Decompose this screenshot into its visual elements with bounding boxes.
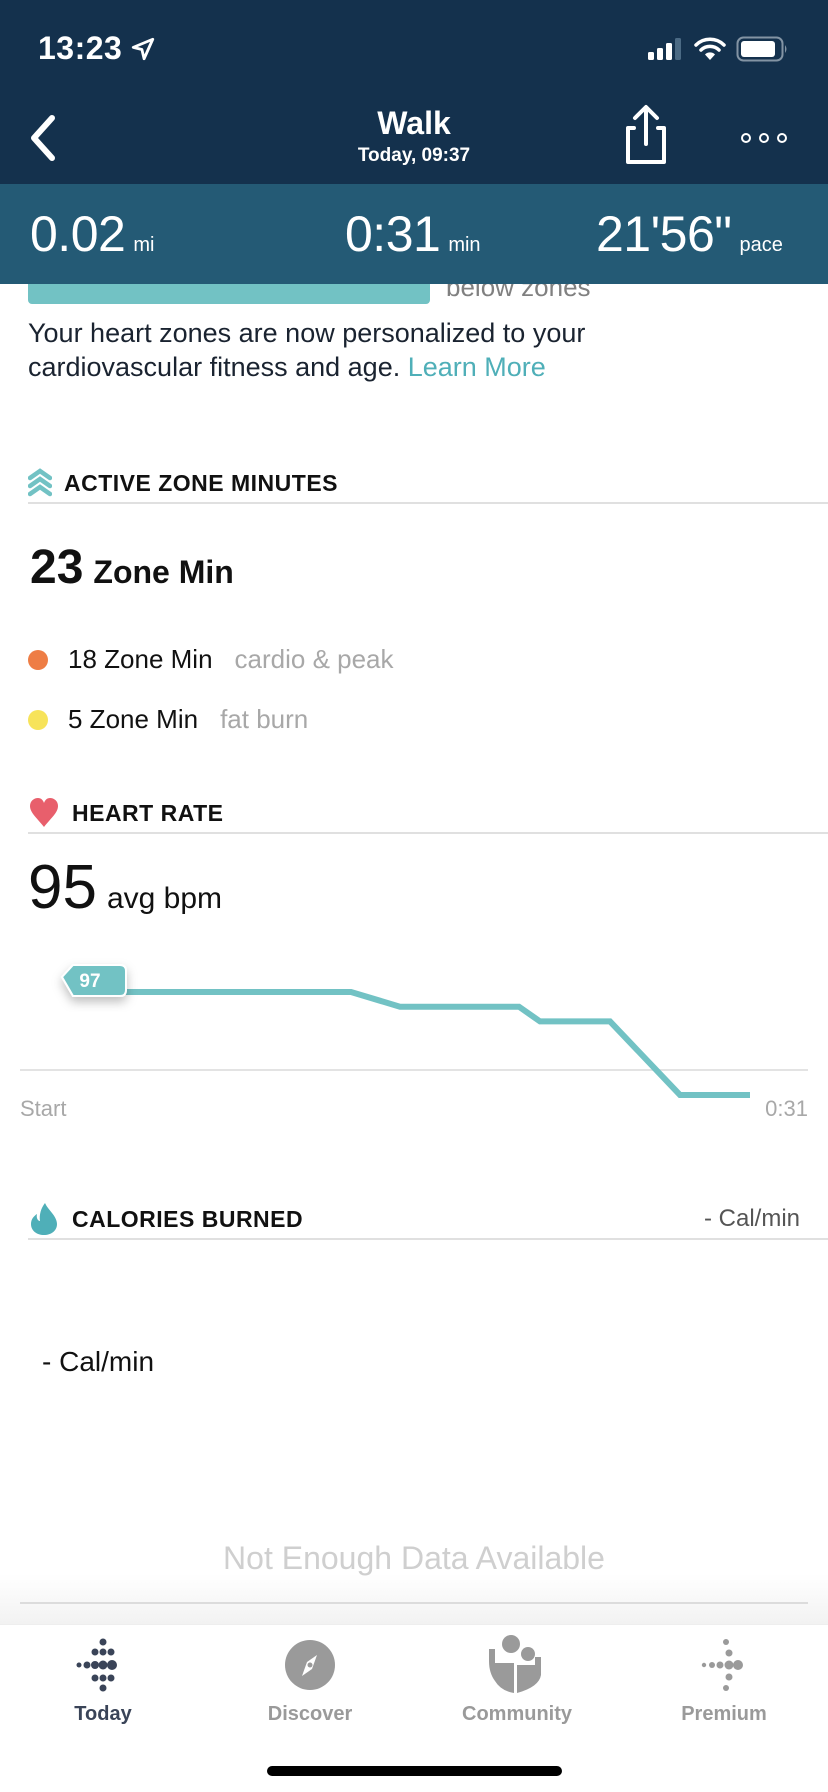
status-icons [648,36,790,62]
tab-discover[interactable]: Discover [220,1633,400,1726]
x-axis-start-label: Start [20,1096,67,1121]
heart-zones-notice: Your heart zones are now personalized to… [28,316,748,384]
more-dot-icon [759,133,769,143]
more-dot-icon [741,133,751,143]
tab-premium[interactable]: Premium [634,1633,814,1726]
share-icon [626,105,666,164]
no-data-message: Not Enough Data Available [223,1540,605,1576]
tab-today[interactable]: Today [13,1633,193,1726]
premium-dots-icon [701,1639,743,1691]
zone-label: cardio & peak [234,644,394,674]
below-zones-label: below zones [446,284,591,302]
max-value-label: 97 [79,971,100,992]
pace-stat: 21'56" pace [596,204,783,264]
activity-timestamp: Today, 09:37 [357,145,471,166]
azm-total: 23 Zone Min [30,540,234,595]
more-options-button[interactable] [736,128,792,148]
cellular-signal-icon [648,38,681,60]
share-button[interactable] [620,102,672,168]
duration-unit: min [448,234,481,256]
tab-label: Today [74,1703,132,1725]
fat-burn-dot-icon [28,709,48,730]
learn-more-link[interactable]: Learn More [408,352,546,382]
pace-value: 21'56" [596,206,732,262]
location-arrow-icon [132,37,155,60]
compass-icon [285,1640,335,1690]
zone-breakdown-row: 5 Zone Min fat burn [28,704,308,735]
heart-zone-bar [28,284,430,304]
zone-value: 18 Zone Min [68,644,213,674]
status-time: 13:23 [38,30,156,67]
heart-rate-line [120,989,750,1098]
distance-stat: 0.02 mi [30,204,154,264]
avg-bpm-unit: avg bpm [106,882,223,915]
activity-stats-bar: 0.02 mi 0:31 min 21'56" pace [0,184,828,284]
zone-value: 5 Zone Min [68,704,199,734]
calories-rate-value: - Cal/min [42,1346,155,1377]
battery-icon [736,36,787,62]
section-title: ACTIVE ZONE MINUTES [64,469,339,496]
duration-value: 0:31 [345,206,441,262]
duration-stat: 0:31 min [345,204,481,264]
bottom-tab-bar: Today Discover Community Premium [0,1624,828,1734]
zone-breakdown-row: 18 Zone Min cardio & peak [28,644,394,675]
active-zone-chevrons-icon [28,468,52,497]
azm-total-unit: Zone Min [93,554,234,590]
calories-rate-header-value: - Cal/min [703,1205,800,1232]
x-axis-end-label: 0:31 [765,1096,808,1121]
wifi-icon [694,37,726,60]
title-block: Walk Today, 09:37 [0,104,828,168]
fitbit-dots-icon [76,1638,117,1692]
distance-unit: mi [133,234,155,256]
heart-rate-header: HEART RATE [28,794,828,834]
tab-label: Discover [267,1703,353,1725]
cardio-peak-dot-icon [28,649,48,670]
clock-text: 13:23 [38,30,123,66]
max-value-badge: 97 [60,964,127,997]
heart-rate-chart-svg: 97 [20,964,808,1098]
heart-rate-average: 95 avg bpm [28,852,222,923]
bottom-fade [0,1574,828,1624]
avg-bpm-value: 95 [28,853,97,922]
activity-detail-scroll[interactable]: below zones Your heart zones are now per… [0,284,828,1624]
section-title: HEART RATE [72,799,224,826]
zone-label: fat burn [220,704,309,734]
tab-label: Community [462,1703,572,1725]
community-people-icon [489,1635,541,1693]
navigation-bar: Walk Today, 09:37 [0,100,828,184]
more-dot-icon [777,133,787,143]
heart-rate-chart: 97 Start 0:31 [0,934,828,1174]
flame-icon [31,1203,57,1235]
tab-community[interactable]: Community [427,1633,607,1726]
pace-unit: pace [739,234,783,256]
home-indicator [267,1766,562,1776]
section-title: CALORIES BURNED [72,1205,304,1232]
tab-label: Premium [681,1703,767,1725]
status-bar: 13:23 [0,0,828,100]
active-zone-minutes-header: ACTIVE ZONE MINUTES [28,464,828,504]
azm-total-value: 23 [30,541,84,594]
heart-icon [30,798,58,827]
page-title: Walk [377,105,451,141]
distance-value: 0.02 [30,206,126,262]
calories-burned-header: CALORIES BURNED - Cal/min [28,1200,828,1240]
app-header: 13:23 Walk Today, 09:37 [0,0,828,184]
chart-baseline [20,1602,808,1604]
